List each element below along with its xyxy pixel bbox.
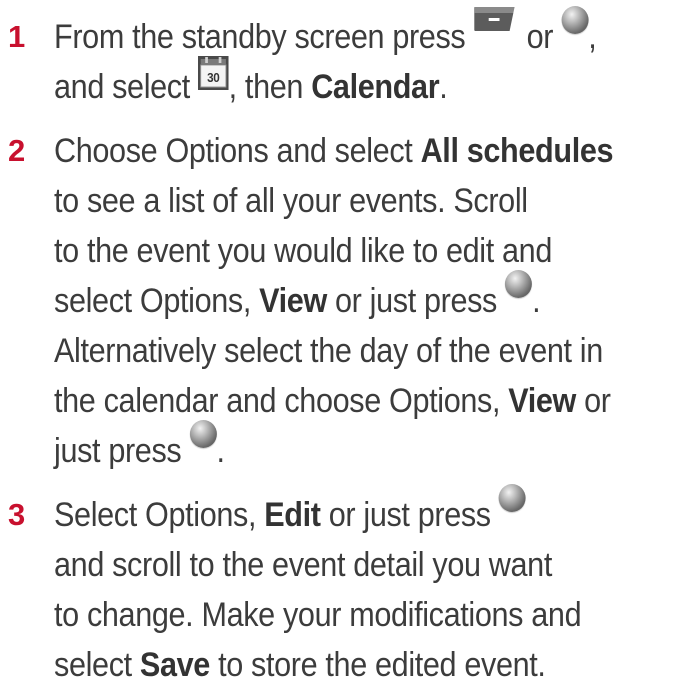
step-line: and select 30 , then Calendar.: [54, 56, 448, 112]
step-line: select Save to store the edited event.: [54, 640, 546, 690]
bold-term: Save: [139, 646, 210, 684]
step-text: or just press: [320, 496, 491, 534]
calendar-organiser-icon: 30: [198, 56, 229, 90]
bold-term: View: [259, 282, 327, 320]
step-number: 2: [8, 133, 26, 168]
step-text: .: [439, 68, 448, 106]
step-text: and scroll to the event detail you want: [54, 546, 552, 584]
step-text: , then: [228, 68, 312, 106]
calendar-icon-label: 30: [207, 70, 220, 85]
step-text: .: [216, 432, 225, 470]
bold-term: View: [508, 382, 576, 420]
left-soft-key-icon: [474, 6, 519, 32]
step-line: and scroll to the event detail you want: [54, 540, 552, 590]
step-text: .: [532, 282, 541, 320]
ok-key-icon: [505, 270, 533, 298]
step-line: to see a list of all your events. Scroll: [54, 176, 528, 226]
bold-term: All schedules: [420, 132, 614, 170]
step-text: the calendar and choose Options,: [54, 382, 509, 420]
step-text: or just press: [326, 282, 506, 320]
step-line: From the standby screen press or ,: [54, 6, 597, 62]
step-text: select Options,: [54, 282, 260, 320]
step-text: Select Options,: [54, 496, 265, 534]
step-line: Alternatively select the day of the even…: [54, 326, 603, 376]
step-text: ,: [588, 18, 597, 56]
step-text: Choose Options and select: [54, 132, 421, 170]
ok-key-icon: [561, 6, 589, 34]
step-line: Select Options, Edit or just press: [54, 484, 526, 540]
step-text: to the event you would like to edit and: [54, 232, 553, 270]
bold-term: Edit: [264, 496, 321, 534]
step-text: or: [518, 18, 562, 56]
step-text: just press: [54, 432, 190, 470]
step-text: Alternatively select the day of the even…: [54, 332, 603, 370]
step-text: to store the edited event.: [209, 646, 546, 684]
ok-key-icon: [189, 420, 217, 448]
step-line: Choose Options and select All schedules: [54, 126, 614, 176]
step-text: or: [575, 382, 611, 420]
step-line: to change. Make your modifications and: [54, 590, 582, 640]
step-number: 3: [8, 497, 26, 532]
step-line: the calendar and choose Options, View or: [54, 376, 611, 426]
step-text: to change. Make your modifications and: [54, 596, 582, 634]
ok-key-icon: [498, 484, 526, 512]
manual-page: 1 From the standby screen press or , and…: [0, 0, 679, 690]
bold-term: Calendar: [311, 68, 440, 106]
step-line: just press .: [54, 420, 225, 476]
step-line: to the event you would like to edit and: [54, 226, 552, 276]
step-line: select Options, View or just press .: [54, 270, 541, 326]
step-number: 1: [8, 19, 26, 54]
step-text: to see a list of all your events. Scroll: [54, 182, 528, 220]
step-text: From the standby screen press: [54, 18, 474, 56]
step-text: and select: [54, 68, 199, 106]
step-text: select: [54, 646, 140, 684]
